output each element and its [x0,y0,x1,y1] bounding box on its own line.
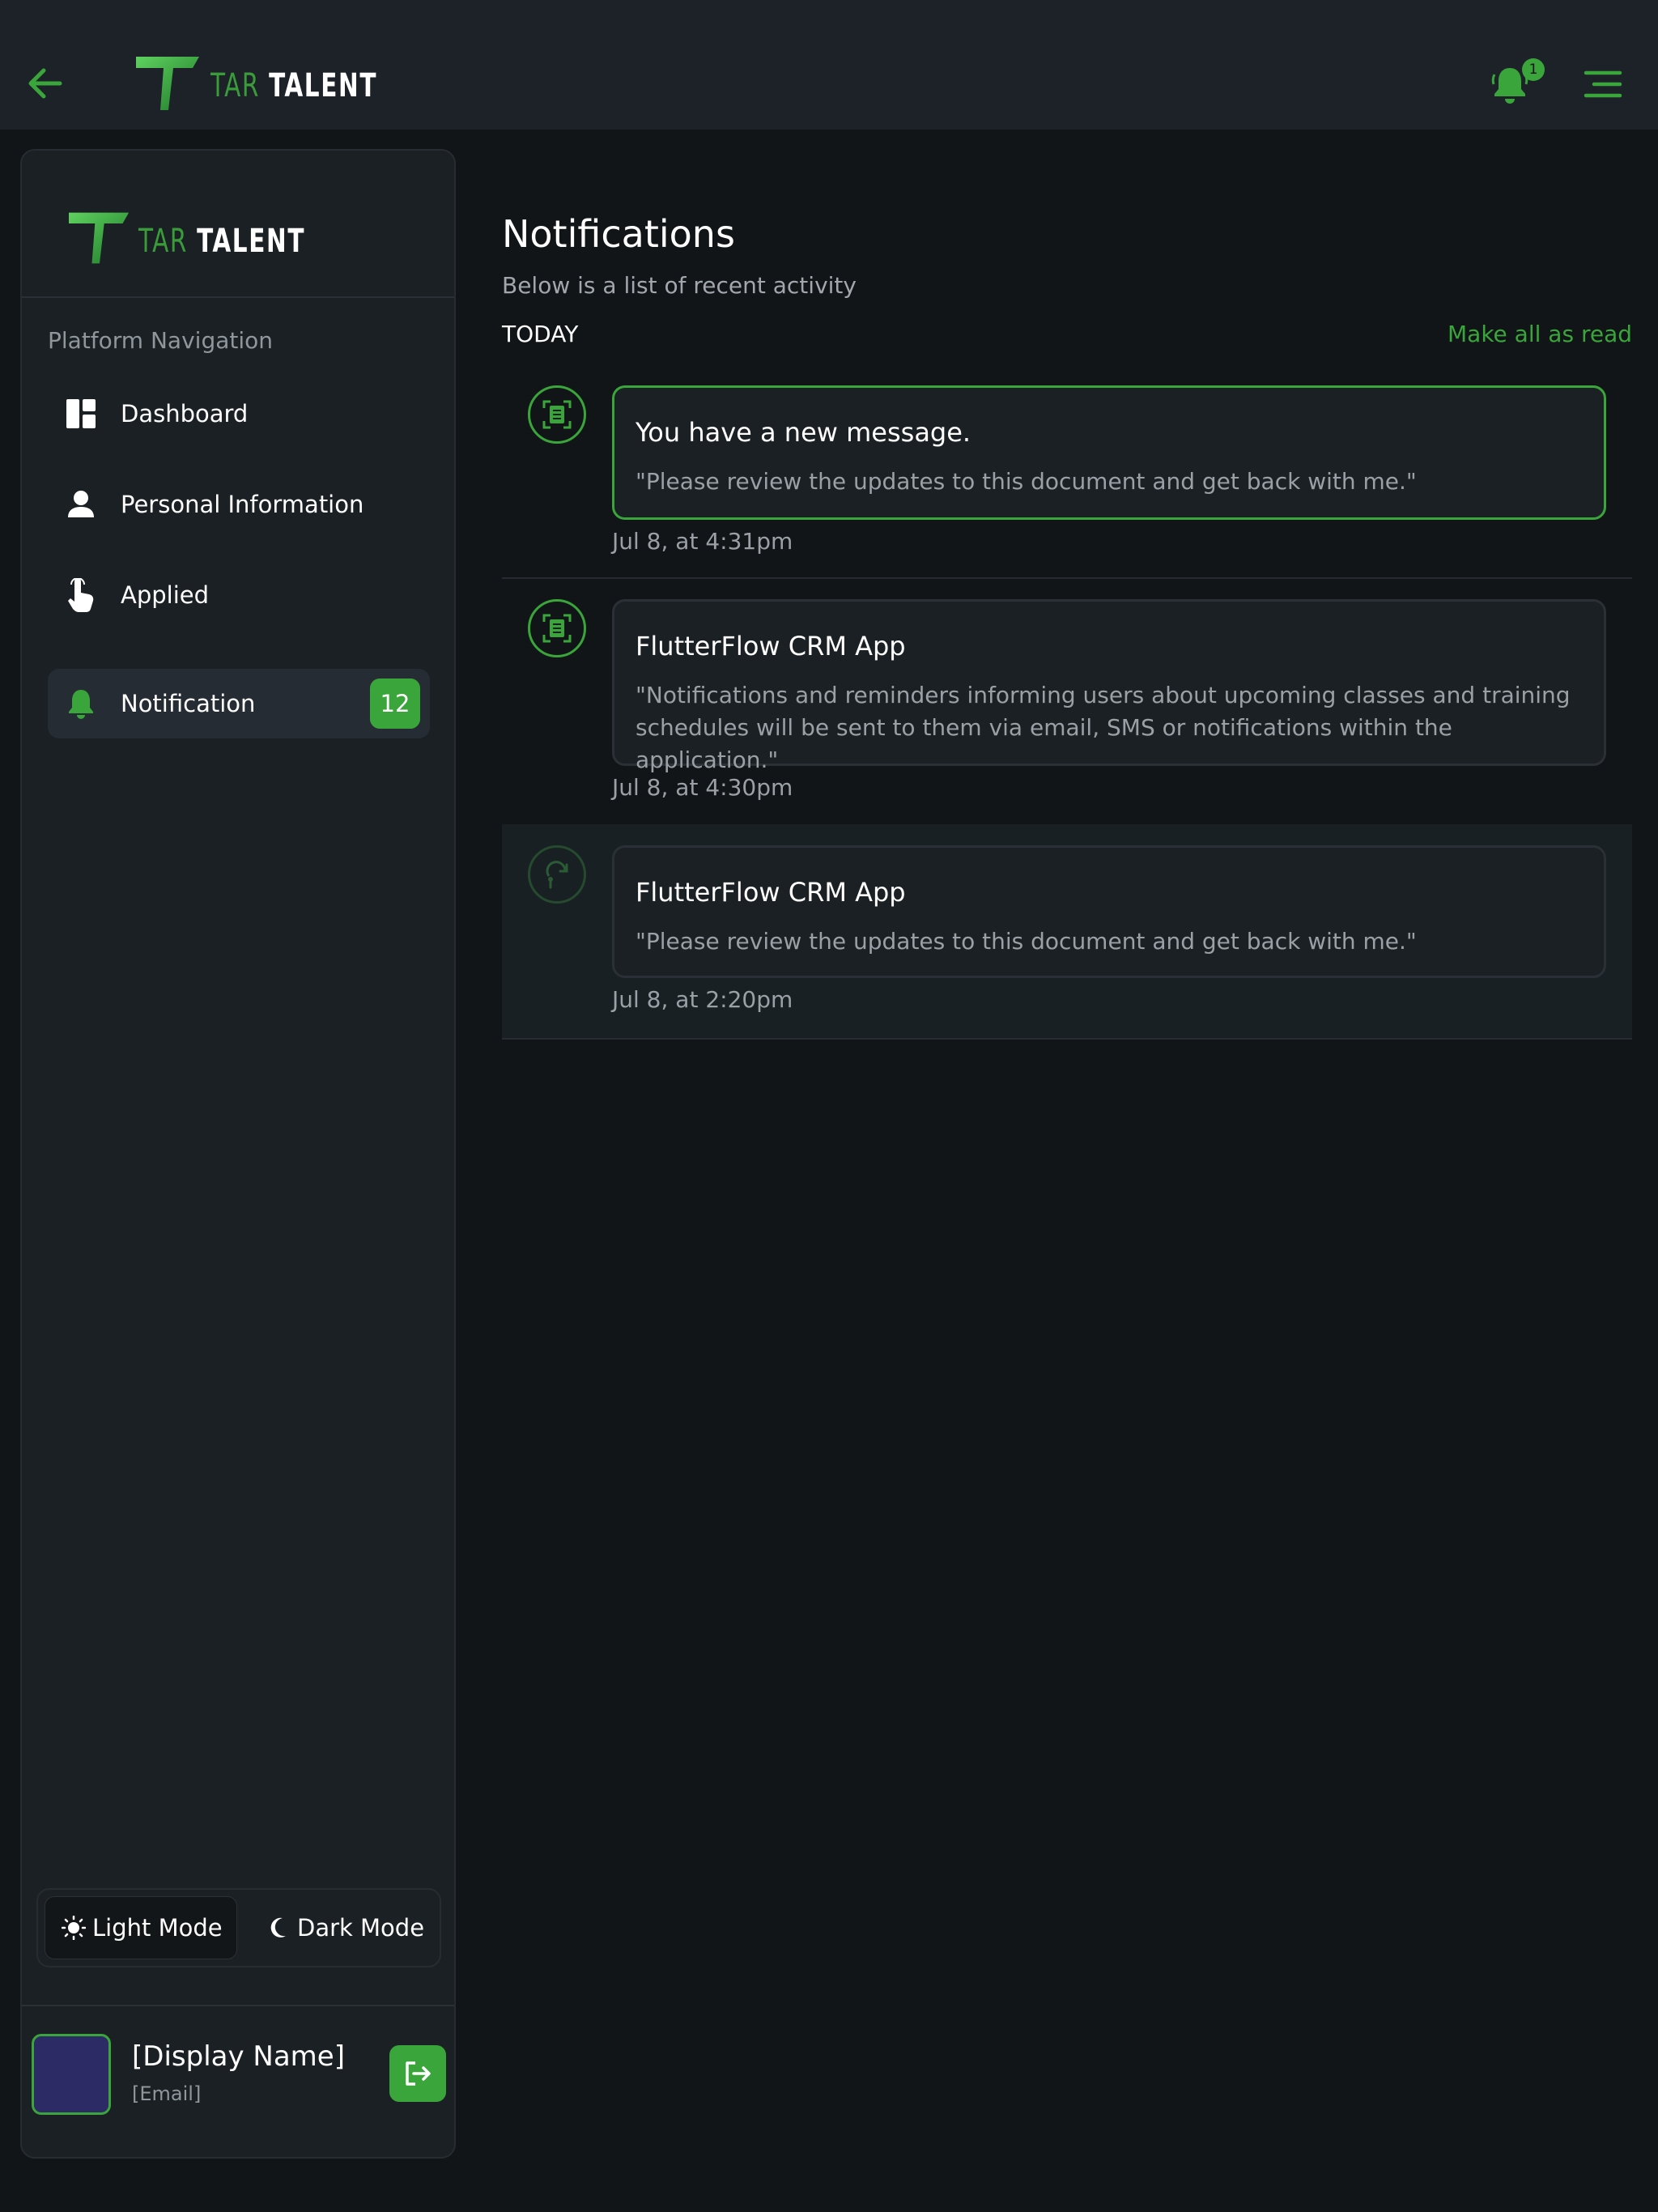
sidebar-item-label: Dashboard [121,400,249,428]
user-divider [22,2005,454,2006]
logout-button[interactable] [389,2045,446,2102]
theme-toggle: Light Mode Dark Mode [36,1888,441,1967]
sidebar-logo[interactable]: TAR TALENT [69,211,342,266]
logo-wordmark: TAR TALENT [138,223,305,260]
dashboard-icon [64,397,98,431]
pointer-hand-icon [64,578,98,612]
notification-card[interactable]: You have a new message. "Please review t… [612,385,1606,520]
header-logo[interactable]: TAR TALENT [136,55,414,112]
notification-card[interactable]: FlutterFlow CRM App "Please review the u… [612,845,1606,978]
sidebar-item-personal-information[interactable]: Personal Information [48,470,430,539]
user-display-name: [Display Name] [132,2040,345,2073]
tap-forward-icon [528,845,586,904]
notification-count-badge: 1 [1522,58,1545,81]
dark-mode-button[interactable]: Dark Mode [250,1896,436,1959]
user-email: [Email] [132,2082,202,2105]
sidebar-item-label: Applied [121,581,210,609]
light-mode-button[interactable]: Light Mode [45,1896,237,1959]
logo-talent-text: TALENT [197,223,306,260]
notification-item: FlutterFlow CRM App "Notifications and r… [502,586,1632,824]
menu-icon [1584,70,1622,98]
sidebar-item-dashboard[interactable]: Dashboard [48,379,430,449]
moon-icon [266,1916,291,1940]
nav-heading: Platform Navigation [48,327,274,354]
notification-card[interactable]: FlutterFlow CRM App "Notifications and r… [612,599,1606,773]
logo-tar-text: TAR [210,67,261,104]
top-bar: TAR TALENT 1 [0,0,1658,130]
sidebar-item-applied[interactable]: Applied [48,560,430,630]
sidebar-item-label: Personal Information [121,491,364,518]
sidebar-item-notification[interactable]: Notification 12 [48,669,430,738]
page-subtitle: Below is a list of recent activity [502,272,857,299]
menu-button[interactable] [1583,70,1623,99]
mark-all-read-link[interactable]: Make all as read [1448,321,1632,347]
sun-icon [62,1916,86,1940]
notification-count-badge: 12 [370,678,420,729]
bell-icon [64,687,98,721]
light-mode-label: Light Mode [92,1914,223,1942]
notification-title: FlutterFlow CRM App [636,631,906,661]
notification-item: You have a new message. "Please review t… [502,374,1632,578]
logo-mark-icon [69,212,130,264]
logout-icon [406,2061,431,2086]
document-scan-icon [528,599,586,657]
back-button[interactable] [24,65,66,102]
arrow-left-icon [28,68,62,99]
notification-divider [502,1038,1632,1040]
logo-talent-text: TALENT [269,67,378,104]
sidebar: TAR TALENT Platform Navigation Dashboard… [20,149,456,2159]
notification-time: Jul 8, at 4:31pm [612,528,793,555]
notification-body: "Notifications and reminders informing u… [636,682,1571,773]
notification-title: FlutterFlow CRM App [636,877,906,908]
sidebar-divider [22,296,454,298]
page-title: Notifications [502,212,735,256]
dark-mode-label: Dark Mode [297,1914,425,1942]
logo-mark-icon [136,57,199,110]
notification-title: You have a new message. [636,417,971,448]
sidebar-item-label: Notification [121,690,256,717]
notification-time: Jul 8, at 2:20pm [612,986,793,1013]
person-icon [64,487,98,521]
logo-tar-text: TAR [138,223,189,260]
document-scan-icon [528,385,586,444]
notification-item: FlutterFlow CRM App "Please review the u… [502,824,1632,1040]
notification-time: Jul 8, at 4:30pm [612,774,793,801]
notification-body: "Please review the updates to this docum… [636,928,1417,955]
logo-wordmark: TAR TALENT [210,67,377,104]
section-label-today: TODAY [502,321,579,347]
notification-divider [502,577,1632,579]
avatar[interactable] [32,2034,111,2115]
notification-body: "Please review the updates to this docum… [636,468,1417,495]
